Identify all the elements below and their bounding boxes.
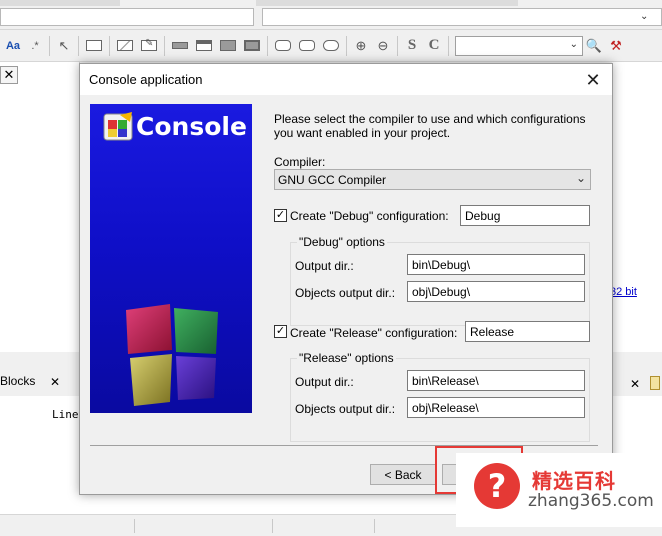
regex-icon[interactable]: .* [24, 35, 46, 57]
debug-checkbox[interactable]: ✓ [274, 209, 287, 222]
shape-icon[interactable] [168, 35, 192, 57]
debug-checkbox-label: Create "Debug" configuration: [290, 209, 449, 223]
status-separator [374, 519, 375, 533]
release-name-input[interactable] [466, 322, 589, 341]
shape-icon[interactable] [295, 35, 319, 57]
ide-symbol-combo[interactable] [262, 8, 662, 26]
release-output-dir-input[interactable] [408, 371, 584, 390]
release-checkbox-label: Create "Release" configuration: [290, 326, 458, 340]
shape-icon[interactable] [192, 35, 216, 57]
ide-management-panel: ✕ [0, 62, 80, 352]
edit-icon[interactable]: ✎ [137, 35, 161, 57]
log-column-header: Line [52, 408, 79, 421]
dialog-titlebar: Console application ✕ [80, 64, 612, 95]
toolbar-separator [267, 35, 268, 56]
toolbar-separator [397, 35, 398, 56]
debug-name-input[interactable] [461, 206, 589, 225]
font-icon[interactable]: Aa [2, 35, 24, 57]
toolbar-strip [0, 0, 120, 6]
toolbar-separator [164, 35, 165, 56]
watermark-brand: 精选百科 [532, 469, 616, 493]
close-icon[interactable]: ✕ [0, 66, 18, 84]
dialog-title: Console application [89, 72, 203, 87]
pointer-icon[interactable]: ↖ [53, 35, 75, 57]
release-output-dir-label: Output dir.: [295, 375, 354, 389]
banner-title: Console [136, 112, 247, 141]
tab-blocks[interactable]: Blocks ✕ [0, 374, 80, 392]
debug-objects-dir-input[interactable] [408, 282, 584, 301]
zoom-in-icon[interactable]: ⊕ [350, 35, 372, 57]
watermark-url: zhang365.com [528, 491, 654, 511]
compiler-select-value: GNU GCC Compiler [278, 173, 387, 187]
ide-target-combo[interactable] [0, 8, 254, 26]
release-name-field[interactable] [465, 321, 590, 342]
block-icon[interactable] [82, 35, 106, 57]
compiler-label: Compiler: [274, 155, 326, 169]
release-objects-dir-input[interactable] [408, 398, 584, 417]
document-icon[interactable] [650, 376, 660, 390]
close-icon[interactable]: ✕ [50, 375, 60, 389]
debug-output-dir-label: Output dir.: [295, 259, 354, 273]
toolbar-separator [109, 35, 110, 56]
ide-search-combo[interactable]: ⌄ [455, 35, 583, 56]
release-checkbox[interactable]: ✓ [274, 325, 287, 338]
c-icon[interactable]: C [423, 35, 445, 57]
back-button[interactable]: < Back [370, 464, 436, 485]
shape-icon[interactable] [216, 35, 240, 57]
bitness-link[interactable]: 32 bit [610, 286, 637, 298]
watermark: ? 精选百科 zhang365.com [456, 453, 662, 527]
ide-editor-area: 32 bit [610, 62, 662, 352]
toolbar-separator [78, 35, 79, 56]
debug-objects-dir-label: Objects output dir.: [295, 286, 396, 300]
debug-options-title: "Debug" options [297, 235, 387, 249]
shape-icon[interactable] [319, 35, 343, 57]
debug-output-dir-field[interactable] [407, 254, 585, 275]
intro-text: Please select the compiler to use and wh… [274, 112, 586, 140]
question-mark-icon: ? [474, 463, 520, 509]
debug-objects-dir-field[interactable] [407, 281, 585, 302]
debug-output-dir-input[interactable] [408, 255, 584, 274]
shape-icon[interactable] [240, 35, 264, 57]
toolbar-separator [346, 35, 347, 56]
status-separator [272, 519, 273, 533]
codeblocks-logo-icon [103, 112, 133, 141]
toolbar-separator [49, 35, 50, 56]
compiler-select[interactable]: GNU GCC Compiler ⌄ [274, 169, 591, 190]
debug-name-field[interactable] [460, 205, 590, 226]
wizard-banner: Console [90, 104, 252, 413]
tab-blocks-label: Blocks [0, 374, 36, 388]
release-output-dir-field[interactable] [407, 370, 585, 391]
release-objects-dir-label: Objects output dir.: [295, 402, 396, 416]
console-application-dialog: Console application ✕ Console Please sel… [79, 63, 613, 495]
release-objects-dir-field[interactable] [407, 397, 585, 418]
cubes-illustration-icon [126, 304, 218, 406]
chevron-down-icon: ⌄ [569, 38, 578, 50]
close-icon[interactable]: ✕ [630, 377, 640, 391]
tools-icon[interactable]: ⚒ [605, 35, 627, 57]
close-icon[interactable]: ✕ [580, 67, 606, 93]
ide-top-toolbar: ⌄ [0, 0, 662, 30]
chevron-down-icon: ⌄ [575, 171, 586, 185]
status-separator [134, 519, 135, 533]
find-icon[interactable]: 🔍 [583, 35, 605, 57]
zoom-out-icon[interactable]: ⊖ [372, 35, 394, 57]
release-options-title: "Release" options [297, 351, 396, 365]
chevron-down-icon[interactable]: ⌄ [640, 11, 648, 22]
mail-icon[interactable] [113, 35, 137, 57]
ide-right-tabs: ✕ [612, 374, 662, 396]
shape-icon[interactable] [271, 35, 295, 57]
ide-toolbar: Aa .* ↖ ✎ ⊕ ⊖ S C ⌄ 🔍 ⚒ [0, 30, 662, 62]
strikethrough-s-icon[interactable]: S [401, 35, 423, 57]
toolbar-strip [256, 0, 518, 6]
toolbar-separator [448, 35, 449, 56]
